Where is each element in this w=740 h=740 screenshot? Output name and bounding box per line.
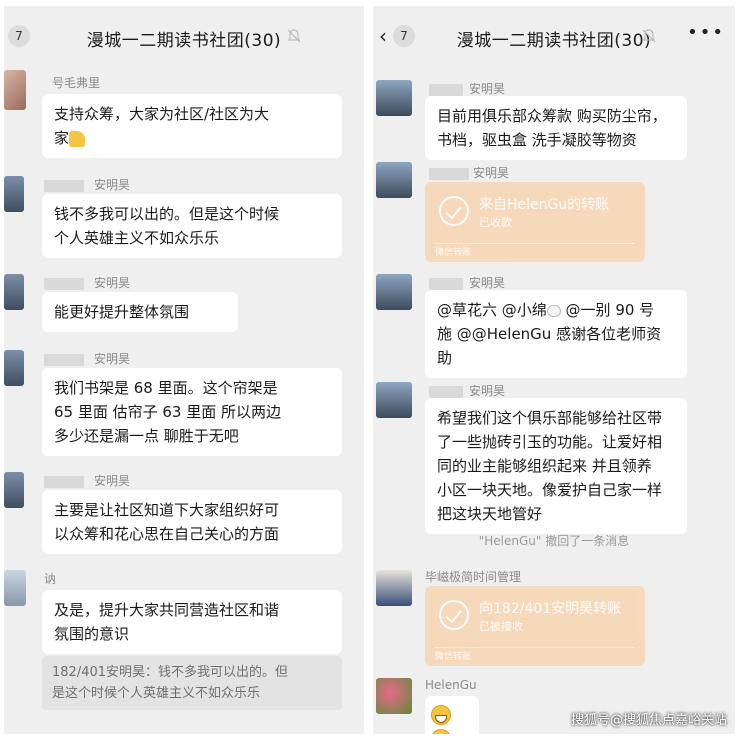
- message-text: 我们书架是 68 里面。这个帘架是: [54, 379, 278, 397]
- sender-name: 讷: [44, 572, 57, 586]
- blurred-nickname: [429, 278, 463, 290]
- avatar[interactable]: [376, 80, 412, 116]
- lamb-emoji-icon: [546, 304, 561, 317]
- message-bubble[interactable]: [425, 696, 479, 734]
- more-options-icon[interactable]: •••: [687, 22, 725, 43]
- sender-name: 安明昊: [469, 384, 506, 398]
- message-bubble[interactable]: 钱不多我可以出的。但是这个时候 个人英雄主义不如众乐乐: [42, 194, 342, 258]
- blurred-nickname: [44, 180, 84, 192]
- sender-name: 安明昊: [94, 352, 131, 366]
- avatar[interactable]: [376, 570, 412, 606]
- blurred-nickname: [44, 354, 84, 366]
- mute-bell-icon: [287, 29, 301, 43]
- message-text: @一别 90 号: [560, 301, 655, 319]
- avatar[interactable]: [376, 274, 412, 310]
- transfer-card[interactable]: 向182/401安明昊转账 已被接收 微信转账: [425, 586, 645, 666]
- avatar[interactable]: [4, 274, 24, 310]
- sender-name: 安明昊: [469, 82, 506, 96]
- avatar[interactable]: [376, 162, 412, 198]
- sender-name: 号毛弗里: [52, 76, 101, 90]
- avatar[interactable]: [4, 472, 24, 508]
- avatar[interactable]: [376, 678, 412, 714]
- message-bubble[interactable]: 希望我们这个俱乐部能够给社区带 了一些抛砖引玉的功能。让爱好相 同的业主能够组织…: [425, 398, 687, 534]
- chat-header: ‹ 7 漫城一二期读书社团(30) •••: [373, 6, 735, 64]
- transfer-status: 已被接收: [479, 620, 523, 633]
- message-text: 家: [54, 129, 70, 147]
- sender-name: 毕嵫极简时间管理: [425, 570, 522, 584]
- blurred-nickname: [429, 386, 463, 398]
- avatar[interactable]: [4, 176, 24, 212]
- thumbs-up-icon: [69, 130, 86, 147]
- message-text: 施 @@HelenGu 感谢各位老师资: [437, 325, 662, 343]
- transfer-title: 向182/401安明昊转账: [479, 601, 622, 617]
- avatar[interactable]: [4, 350, 24, 386]
- quote-text: 是这个时候个人英雄主义不如众乐乐: [52, 686, 261, 701]
- transfer-footer: 微信转账: [435, 652, 472, 662]
- sender-name: 安明昊: [94, 474, 131, 488]
- message-text: 多少还是漏一点 聊胜于无吧: [54, 427, 239, 445]
- chat-title: 漫城一二期读书社团(30): [86, 31, 282, 51]
- sender-name: 安明昊: [94, 276, 131, 290]
- divider: [435, 243, 635, 244]
- chat-title: 漫城一二期读书社团(30): [456, 31, 652, 51]
- message-text: 小区一块天地。像爱护自己家一样: [437, 481, 663, 499]
- message-text: 主要是让社区知道下大家组织好可: [54, 501, 280, 519]
- chat-header: 7 漫城一二期读书社团(30): [4, 6, 364, 64]
- message-text: 了一些抛砖引玉的功能。让爱好相: [437, 433, 663, 451]
- blurred-nickname: [44, 476, 84, 488]
- sender-name: HelenGu: [425, 678, 477, 692]
- grin-emoji-icon: [431, 704, 451, 725]
- message-text: 氛围的意识: [54, 625, 130, 643]
- message-text: 目前用俱乐部众筹款 购买防尘帘，: [437, 107, 667, 125]
- mute-bell-icon: [642, 29, 656, 43]
- transfer-status: 已收款: [479, 216, 512, 229]
- transfer-card[interactable]: 来自HelenGu的转账 已收款 微信转账: [425, 182, 645, 262]
- chat-panel-right: ‹ 7 漫城一二期读书社团(30) ••• 安明昊 目前用俱乐部众筹款 购买防尘…: [373, 6, 735, 734]
- message-text: 能更好提升整体氛围: [54, 303, 190, 321]
- message-text: 个人英雄主义不如众乐乐: [54, 229, 220, 247]
- message-bubble[interactable]: 及是，提升大家共同营造社区和谐 氛围的意识: [42, 590, 342, 654]
- recall-notice: "HelenGu" 撤回了一条消息: [478, 534, 630, 548]
- message-text: 把这块天地管好: [437, 505, 543, 523]
- transfer-footer: 微信转账: [435, 248, 472, 258]
- message-text: 希望我们这个俱乐部能够给社区带: [437, 409, 663, 427]
- avatar[interactable]: [4, 70, 26, 110]
- checkmark-icon: [439, 600, 469, 630]
- message-bubble[interactable]: 目前用俱乐部众筹款 购买防尘帘， 书档，驱虫盒 洗手凝胶等物资: [425, 96, 687, 160]
- transfer-title: 来自HelenGu的转账: [479, 197, 610, 213]
- message-text: 助: [437, 349, 453, 367]
- quoted-reply[interactable]: 182/401安明昊：钱不多我可以出的。但 是这个时候个人英雄主义不如众乐乐: [42, 656, 342, 710]
- message-text: 支持众筹，大家为社区/社区为大: [54, 105, 270, 123]
- checkmark-icon: [439, 196, 469, 226]
- avatar[interactable]: [4, 570, 26, 606]
- sender-name: 安明昊: [473, 166, 510, 180]
- message-bubble[interactable]: @草花六 @小绵 @一别 90 号 施 @@HelenGu 感谢各位老师资 助: [425, 290, 687, 378]
- sender-name: 安明昊: [469, 276, 506, 290]
- watermark: 搜狐号@搜狐焦点嘉峪关站: [570, 713, 727, 728]
- message-text: 及是，提升大家共同营造社区和谐: [54, 601, 280, 619]
- quote-text: 182/401安明昊：钱不多我可以出的。但: [52, 665, 289, 680]
- message-text: 以众筹和花心思在自己关心的方面: [54, 525, 280, 543]
- message-text: 书档，驱虫盒 洗手凝胶等物资: [437, 131, 637, 149]
- avatar[interactable]: [376, 382, 412, 418]
- sender-name: 安明昊: [94, 178, 131, 192]
- divider: [435, 647, 635, 648]
- message-bubble[interactable]: 支持众筹，大家为社区/社区为大 家: [42, 94, 342, 158]
- message-bubble[interactable]: 能更好提升整体氛围: [42, 292, 238, 332]
- blurred-nickname: [44, 278, 84, 290]
- message-text: 65 里面 估帘子 63 里面 所以两边: [54, 403, 282, 421]
- message-bubble[interactable]: 主要是让社区知道下大家组织好可 以众筹和花心思在自己关心的方面: [42, 490, 342, 554]
- message-text: 同的业主能够组织起来 并且领养: [437, 457, 652, 475]
- message-text: @草花六 @小绵: [437, 301, 547, 319]
- blurred-nickname: [429, 168, 469, 180]
- message-text: 钱不多我可以出的。但是这个时候: [54, 205, 280, 223]
- blurred-nickname: [429, 84, 463, 96]
- grin-emoji-icon: [431, 728, 451, 734]
- message-bubble[interactable]: 我们书架是 68 里面。这个帘架是 65 里面 估帘子 63 里面 所以两边 多…: [42, 368, 342, 456]
- chat-panel-left: 7 漫城一二期读书社团(30) 号毛弗里 支持众筹，大家为社区/社区为大 家 安…: [4, 6, 364, 734]
